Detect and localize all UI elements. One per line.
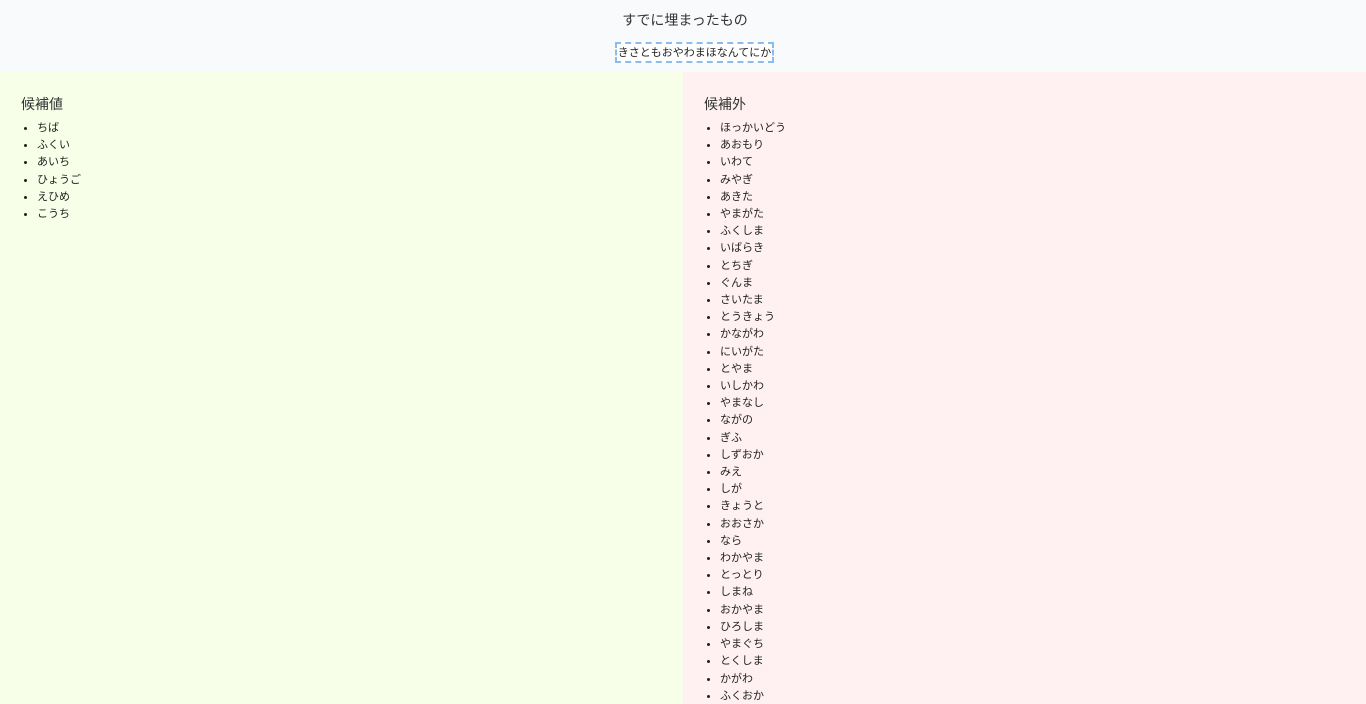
list-item: ひろしま — [720, 618, 1366, 635]
list-item: ひょうご — [37, 171, 683, 188]
panels: 候補値 ちばふくいあいちひょうごえひめこうち 候補外 ほっかいどうあおもりいわて… — [0, 72, 1366, 704]
list-item: みやぎ — [720, 171, 1366, 188]
list-item: しずおか — [720, 446, 1366, 463]
list-item: かがわ — [720, 670, 1366, 687]
list-item: きょうと — [720, 497, 1366, 514]
list-item: ふくおか — [720, 687, 1366, 704]
list-item: やまなし — [720, 394, 1366, 411]
list-item: ほっかいどう — [720, 119, 1366, 136]
non-candidates-heading: 候補外 — [704, 97, 746, 113]
list-item: ふくい — [37, 136, 683, 153]
list-item: とっとり — [720, 566, 1366, 583]
list-item: ちば — [37, 119, 683, 136]
list-item: なら — [720, 532, 1366, 549]
list-item: いしかわ — [720, 377, 1366, 394]
list-item: とやま — [720, 360, 1366, 377]
list-item: あきた — [720, 188, 1366, 205]
filled-header: すでに埋まったもの きさともおやわまほなんてにか — [0, 0, 1366, 72]
filled-characters-field[interactable]: きさともおやわまほなんてにか — [614, 42, 775, 63]
list-item: かながわ — [720, 325, 1366, 342]
filled-title: すでに埋まったもの — [622, 13, 748, 29]
list-item: やまぐち — [720, 635, 1366, 652]
list-item: あいち — [37, 153, 683, 170]
non-candidates-list: ほっかいどうあおもりいわてみやぎあきたやまがたふくしまいばらきとちぎぐんまさいた… — [704, 119, 1366, 704]
list-item: ぐんま — [720, 274, 1366, 291]
list-item: いわて — [720, 153, 1366, 170]
list-item: ぎふ — [720, 429, 1366, 446]
candidates-panel: 候補値 ちばふくいあいちひょうごえひめこうち — [0, 72, 683, 704]
list-item: あおもり — [720, 136, 1366, 153]
list-item: こうち — [37, 205, 683, 222]
list-item: しまね — [720, 583, 1366, 600]
candidates-heading: 候補値 — [21, 97, 63, 113]
list-item: しが — [720, 480, 1366, 497]
list-item: ながの — [720, 411, 1366, 428]
candidates-list: ちばふくいあいちひょうごえひめこうち — [21, 119, 683, 222]
list-item: とくしま — [720, 652, 1366, 669]
list-item: とうきょう — [720, 308, 1366, 325]
list-item: えひめ — [37, 188, 683, 205]
list-item: さいたま — [720, 291, 1366, 308]
list-item: いばらき — [720, 239, 1366, 256]
list-item: おおさか — [720, 515, 1366, 532]
non-candidates-panel: 候補外 ほっかいどうあおもりいわてみやぎあきたやまがたふくしまいばらきとちぎぐん… — [683, 72, 1366, 704]
list-item: にいがた — [720, 343, 1366, 360]
list-item: やまがた — [720, 205, 1366, 222]
list-item: とちぎ — [720, 257, 1366, 274]
list-item: みえ — [720, 463, 1366, 480]
list-item: ふくしま — [720, 222, 1366, 239]
list-item: おかやま — [720, 601, 1366, 618]
list-item: わかやま — [720, 549, 1366, 566]
